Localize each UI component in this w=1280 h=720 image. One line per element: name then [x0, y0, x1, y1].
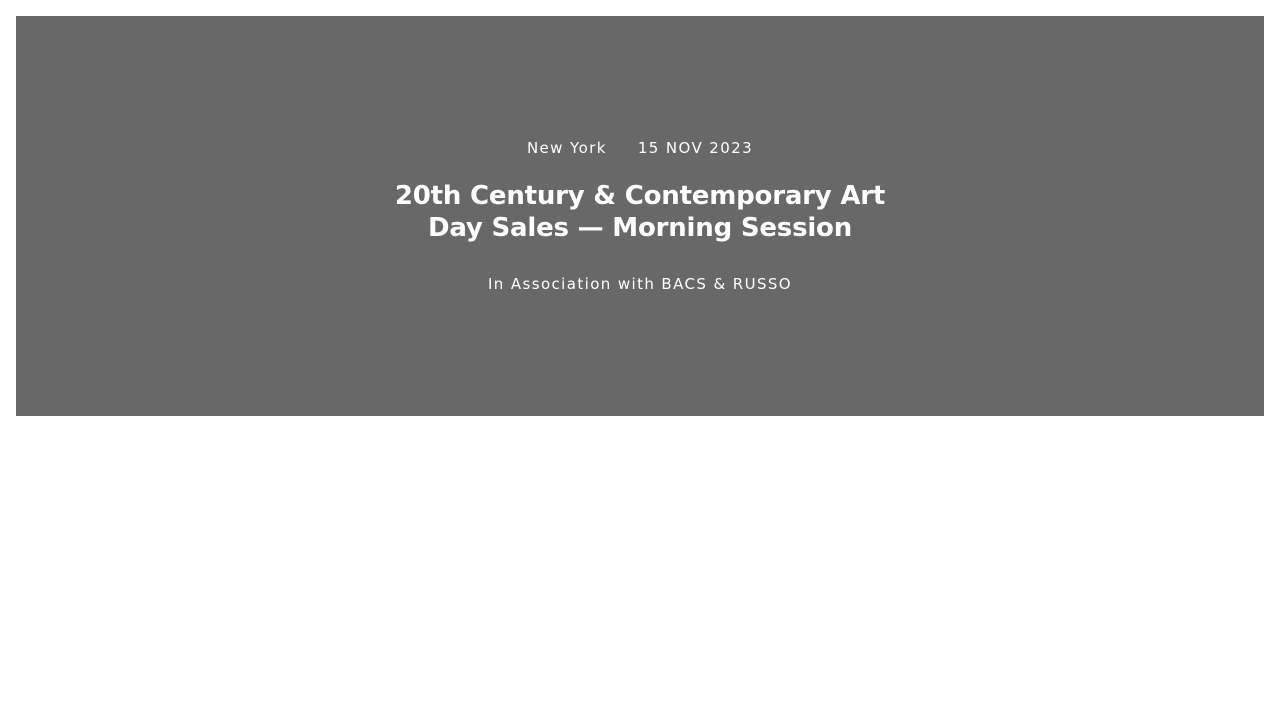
sale-location: New York	[526, 139, 607, 157]
sale-association: In Association with BACS & RUSSO	[487, 275, 793, 293]
sale-title-line-1: 20th Century & Contemporary Art	[394, 181, 886, 211]
page: New York 15 NOV 2023 20th Century & Cont…	[0, 0, 1280, 720]
sale-title: 20th Century & Contemporary Art Day Sale…	[16, 180, 1264, 244]
sale-meta: New York 15 NOV 2023	[16, 137, 1264, 159]
sale-date: 15 NOV 2023	[637, 139, 754, 157]
sale-hero-banner: New York 15 NOV 2023 20th Century & Cont…	[16, 16, 1264, 416]
sale-title-line-2: Day Sales — Morning Session	[427, 213, 853, 243]
